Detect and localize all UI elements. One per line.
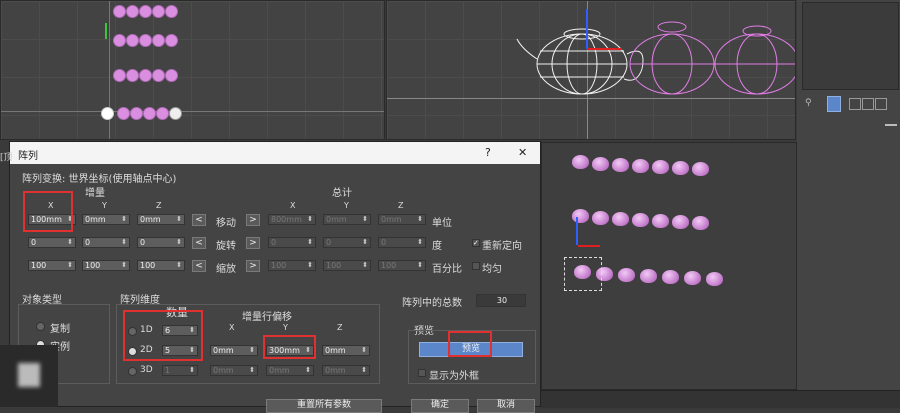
inc-y-header: Y bbox=[102, 201, 107, 210]
viewport-perspective[interactable] bbox=[541, 142, 797, 390]
dim-3d-offset-x[interactable]: 0mm ⬍ bbox=[210, 365, 258, 376]
command-panel-preview bbox=[802, 2, 899, 90]
viewport-front[interactable] bbox=[386, 0, 796, 140]
rotate-inc-y[interactable]: 0 ⬍ bbox=[82, 237, 130, 248]
scale-inc-x[interactable]: 100 ⬍ bbox=[28, 260, 76, 271]
array-dialog: 阵列 ? ✕ 阵列变换: 世界坐标(使用轴点中心) 增量 总计 X Y Z X … bbox=[9, 141, 541, 413]
configure-icon[interactable] bbox=[885, 124, 897, 126]
dim-3d-label: 3D bbox=[140, 365, 153, 375]
dialog-title: 阵列 bbox=[18, 151, 38, 162]
dim-2d-offset-z[interactable]: 0mm ⬍ bbox=[322, 345, 370, 356]
rotate-right-button[interactable]: > bbox=[246, 237, 260, 249]
reorient-label: 重新定向 bbox=[482, 241, 522, 252]
viewport-top-label[interactable]: [顶 bbox=[0, 150, 13, 163]
rotate-label: 旋转 bbox=[216, 241, 236, 252]
move-total-x[interactable]: 800mm ⬍ bbox=[268, 214, 316, 225]
uniform-label: 均匀 bbox=[482, 264, 502, 275]
gizmo-z-axis-icon bbox=[576, 217, 578, 245]
move-label: 移动 bbox=[216, 218, 236, 229]
viewport-top[interactable] bbox=[0, 0, 385, 140]
scale-unit-label: 百分比 bbox=[432, 264, 462, 275]
close-icon[interactable]: ✕ bbox=[518, 146, 527, 159]
scale-label: 缩放 bbox=[216, 264, 236, 275]
move-left-button[interactable]: < bbox=[192, 214, 206, 226]
offset-z-header: Z bbox=[337, 323, 343, 332]
dim-3d-radio[interactable] bbox=[128, 367, 137, 376]
rotate-left-button[interactable]: < bbox=[192, 237, 206, 249]
row-offset-label: 增量行偏移 bbox=[242, 312, 292, 323]
make-unique-icon[interactable] bbox=[862, 98, 874, 110]
rotate-total-y[interactable]: 0 ⬍ bbox=[323, 237, 371, 248]
inc-z-header: Z bbox=[156, 201, 162, 210]
dim-3d-offset-z[interactable]: 0mm ⬍ bbox=[322, 365, 370, 376]
remove-modifier-icon[interactable] bbox=[875, 98, 887, 110]
scale-inc-z[interactable]: 100 ⬍ bbox=[137, 260, 185, 271]
scale-total-y[interactable]: 100 ⬍ bbox=[323, 260, 371, 271]
total-y-header: Y bbox=[344, 201, 349, 210]
copy-radio[interactable] bbox=[36, 322, 45, 331]
gizmo-x-axis-icon bbox=[578, 245, 600, 247]
offset-x-header: X bbox=[229, 323, 235, 332]
total-in-array-value: 30 bbox=[476, 294, 526, 307]
command-panel: ⚲ bbox=[797, 0, 900, 407]
move-unit-label: 单位 bbox=[432, 218, 452, 229]
ok-button[interactable]: 确定 bbox=[411, 399, 469, 413]
total-label: 总计 bbox=[332, 188, 352, 199]
move-inc-z[interactable]: 0mm ⬍ bbox=[137, 214, 185, 225]
uniform-checkbox[interactable] bbox=[472, 262, 480, 270]
teapot-wireframe-icon bbox=[516, 9, 795, 95]
total-in-array-label: 阵列中的总数 bbox=[402, 298, 462, 309]
avatar bbox=[0, 345, 58, 407]
dim-2d-offset-x[interactable]: 0mm ⬍ bbox=[210, 345, 258, 356]
transform-header: 阵列变换: 世界坐标(使用轴点中心) bbox=[22, 174, 177, 185]
copy-label: 复制 bbox=[50, 324, 70, 335]
selection-bracket-icon bbox=[564, 257, 602, 291]
rotate-unit-label: 度 bbox=[432, 241, 442, 252]
cancel-button[interactable]: 取消 bbox=[477, 399, 535, 413]
rotate-total-x[interactable]: 0 ⬍ bbox=[268, 237, 316, 248]
scale-inc-y[interactable]: 100 ⬍ bbox=[82, 260, 130, 271]
increment-label: 增量 bbox=[85, 188, 105, 199]
move-total-y[interactable]: 0mm ⬍ bbox=[323, 214, 371, 225]
rotate-inc-x[interactable]: 0 ⬍ bbox=[28, 237, 76, 248]
show-end-result-icon[interactable] bbox=[849, 98, 861, 110]
dim-3d-count[interactable]: 1 ⬍ bbox=[162, 365, 198, 376]
total-z-header: Z bbox=[398, 201, 404, 210]
offset-y-highlight bbox=[263, 335, 316, 359]
scale-right-button[interactable]: > bbox=[246, 260, 260, 272]
pin-stack-icon[interactable]: ⚲ bbox=[805, 99, 813, 108]
move-right-button[interactable]: > bbox=[246, 214, 260, 226]
scale-total-z[interactable]: 100 ⬍ bbox=[378, 260, 426, 271]
scale-total-x[interactable]: 100 ⬍ bbox=[268, 260, 316, 271]
show-as-box-label: 显示为外框 bbox=[429, 371, 479, 382]
dialog-titlebar[interactable]: 阵列 ? ✕ bbox=[10, 142, 540, 164]
reorient-checkbox[interactable]: ✓ bbox=[472, 239, 480, 247]
preview-highlight bbox=[448, 331, 492, 357]
count-highlight bbox=[123, 310, 203, 361]
dim-3d-offset-y[interactable]: 0mm ⬍ bbox=[266, 365, 314, 376]
move-inc-x-highlight bbox=[23, 191, 73, 232]
reset-button[interactable]: 重置所有参数 bbox=[266, 399, 382, 413]
modifier-stack-button[interactable] bbox=[827, 96, 841, 112]
move-inc-y[interactable]: 0mm ⬍ bbox=[82, 214, 130, 225]
total-x-header: X bbox=[290, 201, 296, 210]
rotate-inc-z[interactable]: 0 ⬍ bbox=[137, 237, 185, 248]
offset-y-header: Y bbox=[283, 323, 288, 332]
move-total-z[interactable]: 0mm ⬍ bbox=[378, 214, 426, 225]
show-as-box-checkbox[interactable] bbox=[418, 369, 426, 377]
scale-left-button[interactable]: < bbox=[192, 260, 206, 272]
help-button[interactable]: ? bbox=[485, 146, 491, 159]
rotate-total-z[interactable]: 0 ⬍ bbox=[378, 237, 426, 248]
time-ruler[interactable] bbox=[541, 390, 900, 408]
axis-gizmo-icon bbox=[105, 23, 107, 39]
